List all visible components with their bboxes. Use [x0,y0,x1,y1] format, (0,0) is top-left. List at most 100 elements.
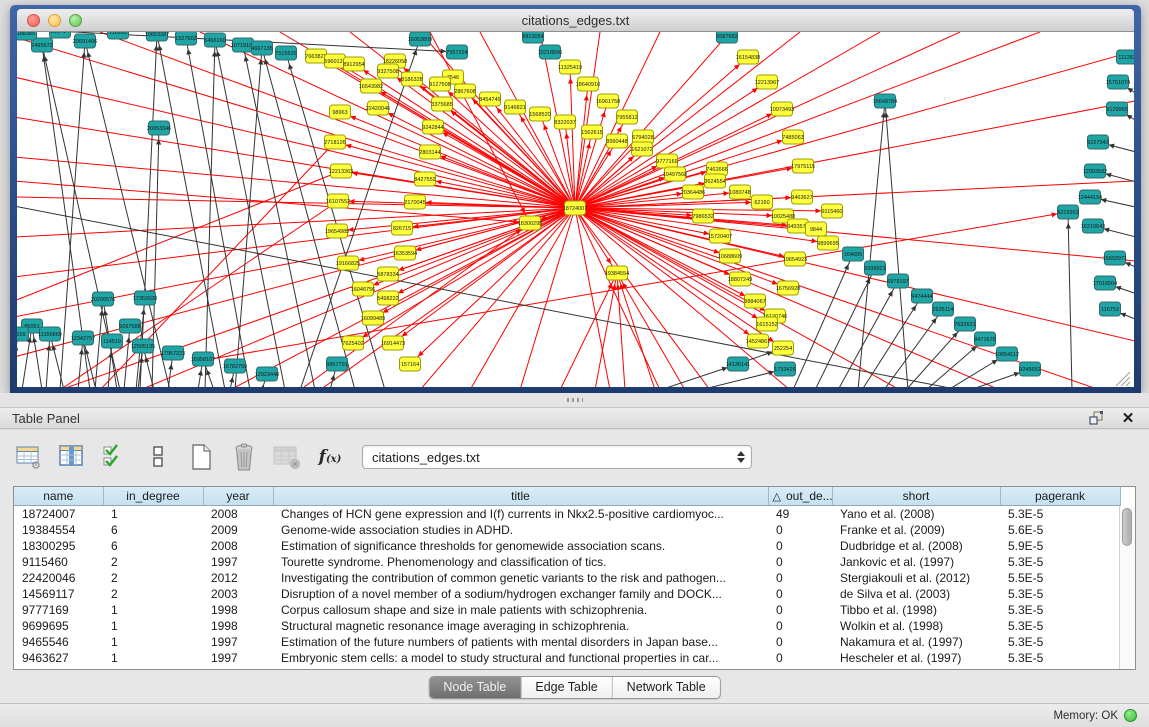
window-titlebar[interactable]: citations_edges.txt [17,9,1134,32]
network-node[interactable]: 16958107 [191,352,215,366]
network-node[interactable]: 16914473 [381,336,405,350]
network-node[interactable]: 16961758 [596,94,620,108]
minimize-window-icon[interactable] [48,14,61,27]
network-node[interactable]: 9227343 [1087,135,1108,149]
network-node[interactable]: 3624554 [704,174,725,188]
network-node[interactable]: 8186328 [401,72,422,86]
row-tools-icon[interactable] [143,441,173,473]
table-cell[interactable]: 0 [768,554,832,570]
network-node[interactable]: 7632621 [954,317,975,331]
network-node[interactable]: 20364486 [681,185,705,199]
network-node[interactable]: 16756928 [776,281,800,295]
table-row[interactable]: 2242004622012Investigating the contribut… [14,570,1120,586]
network-node[interactable]: 9245652 [1019,362,1040,376]
network-node[interactable]: 116753 [1100,302,1121,316]
network-node[interactable]: 7557224 [446,45,467,59]
table-cell[interactable]: Corpus callosum shape and size in male p… [273,602,768,618]
table-row[interactable]: 946362711997Embryonic stem cells: a mode… [14,650,1120,666]
network-node[interactable]: 114519 [102,334,123,348]
table-cell[interactable]: Embryonic stem cells: a model to study s… [273,650,768,666]
column-header-year[interactable]: year [203,487,273,506]
show-column-icon[interactable] [57,441,87,473]
network-node[interactable]: 20053346 [147,121,171,135]
network-node[interactable]: 5878334 [377,267,398,281]
float-panel-icon[interactable] [1087,409,1105,427]
table-cell[interactable]: 14569117 [14,586,103,602]
network-node[interactable]: 9215953 [1057,205,1078,219]
network-node[interactable]: 14136141 [726,357,750,371]
network-node[interactable]: 1080748 [729,185,750,199]
table-cell[interactable]: 0 [768,522,832,538]
network-node[interactable]: 12342757 [71,331,95,345]
table-cell[interactable]: 5.3E-5 [1000,586,1120,602]
network-node[interactable]: 9146821 [504,100,525,114]
network-node[interactable]: 11325419 [558,60,582,74]
table-cell[interactable]: 9699695 [14,618,103,634]
table-cell[interactable]: 2012 [203,570,273,586]
network-node[interactable]: 7485063 [782,130,803,144]
network-node[interactable]: 111283 [1117,50,1135,64]
column-header-title[interactable]: title [273,487,768,506]
network-node[interactable]: 9097588 [119,319,140,333]
network-node[interactable]: 157164 [400,357,421,371]
table-row[interactable]: 1830029562008Estimation of significance … [14,538,1120,554]
tab-edge-table[interactable]: Edge Table [521,677,612,698]
network-node[interactable]: 15692971 [1103,251,1127,265]
network-node[interactable]: 9242844 [422,120,443,134]
network-node[interactable]: 12923448 [255,367,279,381]
delete-icon[interactable] [229,441,259,473]
network-node[interactable]: 16782759 [223,359,247,373]
select-columns-icon[interactable] [100,441,130,473]
table-cell[interactable]: Genome-wide association studies in ADHD. [273,522,768,538]
table-row[interactable]: 1456911722003Disruption of a novel membe… [14,586,1120,602]
network-node[interactable]: 98963 [330,105,351,119]
network-node[interactable]: 9129966 [1106,102,1127,116]
network-node[interactable]: 8813054 [522,32,543,43]
network-node[interactable]: 18300295 [518,216,542,230]
network-node[interactable]: 10653287 [145,32,169,41]
network-node[interactable]: 10973493 [770,102,794,116]
network-node[interactable]: 252254 [773,341,794,355]
table-cell[interactable]: 6 [103,538,203,554]
network-node[interactable]: 9777169 [656,154,677,168]
table-cell[interactable]: 5.3E-5 [1000,602,1120,618]
network-node[interactable]: 8912954 [343,57,364,71]
network-node[interactable]: 12505135 [131,339,155,353]
table-cell[interactable]: Estimation of significance thresholds fo… [273,538,768,554]
table-cell[interactable]: Stergiakouli et al. (2012) [832,570,1000,586]
network-node[interactable]: 62160 [752,195,773,209]
network-node[interactable]: 1615152 [756,317,777,331]
network-node[interactable]: 118935 [108,32,129,39]
network-node[interactable]: 6979197 [887,274,908,288]
network-node[interactable]: 8471676 [974,332,995,346]
table-cell[interactable]: 18724007 [14,506,103,523]
table-cell[interactable]: Tibbo et al. (1998) [832,602,1000,618]
column-header-short[interactable]: short [832,487,1000,506]
network-node[interactable]: 1527602 [175,32,196,45]
table-row[interactable]: 977716911998Corpus callosum shape and si… [14,602,1120,618]
network-node[interactable]: 8322037 [554,115,575,129]
table-cell[interactable]: Changes of HCN gene expression and I(f) … [273,506,768,523]
network-node[interactable]: 5938921 [864,261,885,275]
network-node[interactable]: 10497568 [663,167,687,181]
table-cell[interactable]: 0 [768,650,832,666]
network-node[interactable]: 8427552 [414,172,435,186]
table-cell[interactable]: 1997 [203,650,273,666]
network-node[interactable]: 16099489 [361,311,385,325]
zoom-window-icon[interactable] [69,14,82,27]
table-cell[interactable]: 2 [103,586,203,602]
network-node[interactable]: 826715 [392,221,413,235]
table-vertical-scrollbar[interactable] [1119,506,1135,669]
network-node[interactable]: 15751074 [1106,75,1130,89]
table-row[interactable]: 946554611997Estimation of the future num… [14,634,1120,650]
network-node[interactable]: 16543982 [359,79,383,93]
table-cell[interactable]: 9463627 [14,650,103,666]
table-cell[interactable]: 2 [103,554,203,570]
network-node[interactable]: 9844 [806,222,827,236]
table-cell[interactable]: 1997 [203,554,273,570]
table-row[interactable]: 1938455462009Genome-wide association stu… [14,522,1120,538]
table-cell[interactable]: 0 [768,634,832,650]
network-node[interactable]: 19654985 [325,224,349,238]
network-node[interactable]: 188385 [17,32,37,40]
table-cell[interactable]: 5.5E-5 [1000,570,1120,586]
